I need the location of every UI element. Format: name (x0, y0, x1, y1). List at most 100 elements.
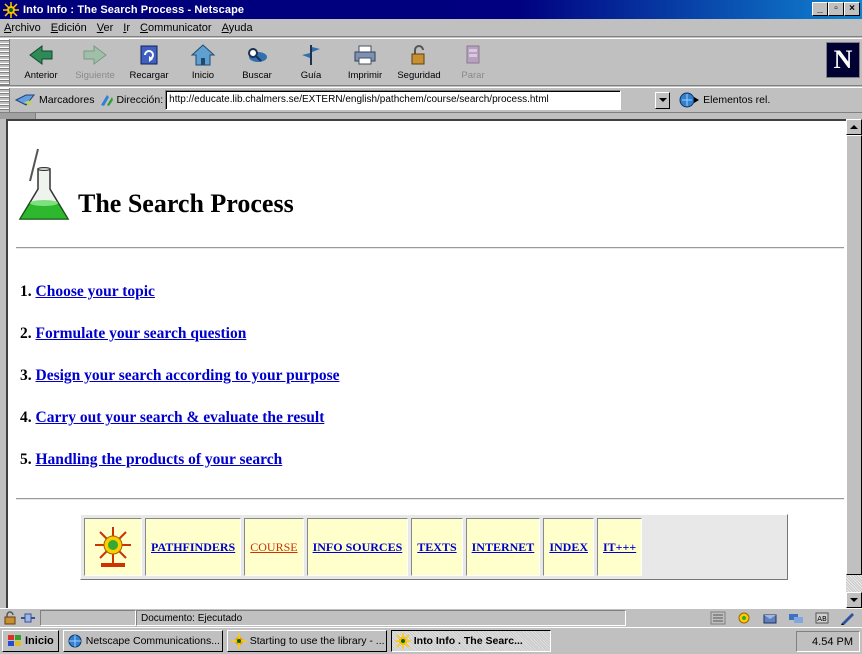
maximize-button[interactable]: ▫ (828, 2, 844, 16)
step-link-formulate-question[interactable]: Formulate your search question (36, 325, 247, 342)
forward-button[interactable]: Siguiente (68, 39, 122, 81)
list-item: 4. Carry out your search & evaluate the … (20, 409, 325, 426)
starting-library-icon (230, 633, 247, 649)
inbox-component-icon[interactable] (762, 611, 778, 625)
step-link-carry-out-search[interactable]: Carry out your search & evaluate the res… (36, 409, 325, 426)
system-tray: 4.54 PM (796, 631, 860, 652)
connection-status-icon (21, 613, 35, 623)
window-title: Into Info : The Search Process - Netscap… (23, 3, 245, 16)
clock[interactable]: 4.54 PM (812, 636, 853, 648)
nav-texts: TEXTS (411, 518, 463, 576)
svg-text:AB: AB (817, 615, 827, 623)
stop-icon (466, 45, 480, 64)
location-toolbar: Marcadores Dirección: http://educate.lib… (0, 87, 862, 113)
scroll-down-button[interactable] (846, 592, 862, 608)
security-lock-icon (411, 45, 425, 65)
windows-taskbar: Inicio Netscape Communications... Starti… (0, 627, 862, 654)
step-link-design-search[interactable]: Design your search according to your pur… (36, 367, 340, 384)
back-arrow-icon (29, 45, 53, 65)
page-title: The Search Process (78, 189, 294, 218)
taskbar-item-into-info[interactable]: Into Info . The Searc... (390, 630, 551, 652)
scroll-thumb[interactable] (846, 135, 862, 575)
status-text: Documento: Ejecutado (136, 610, 626, 626)
nav-link-index[interactable]: INDEX (549, 540, 588, 555)
security-button[interactable]: Seguridad (392, 39, 446, 81)
close-button[interactable]: × (844, 2, 860, 16)
nav-link-course[interactable]: COURSE (250, 540, 297, 555)
process-steps-list: 1. Choose your topic 2. Formulate your s… (20, 283, 339, 493)
stop-button[interactable]: Parar (446, 39, 500, 81)
toolbar-grip[interactable] (0, 39, 10, 85)
nav-link-info-sources[interactable]: INFO SOURCES (313, 540, 403, 555)
netscape-logo[interactable]: N (826, 42, 860, 78)
separator-top (16, 247, 844, 249)
home-button[interactable]: Inicio (176, 39, 230, 81)
mail-component-icon[interactable] (736, 611, 752, 625)
reload-icon (140, 45, 158, 65)
netscape-communications-icon (68, 634, 82, 648)
discussion-component-icon[interactable] (788, 611, 804, 625)
step-link-handling-products[interactable]: Handling the products of your search (36, 451, 283, 468)
list-item: 1. Choose your topic (20, 283, 155, 300)
taskbar-item-starting-library[interactable]: Starting to use the library - ... (226, 630, 387, 652)
url-input[interactable]: http://educate.lib.chalmers.se/EXTERN/en… (165, 90, 622, 110)
step-link-choose-topic[interactable]: Choose your topic (36, 283, 155, 300)
component-bar: AB (710, 611, 856, 625)
search-icon (248, 48, 267, 62)
navigation-toolbar: Anterior Siguiente Recargar Inicio Busca… (0, 38, 862, 86)
locbar-grip[interactable] (0, 88, 10, 112)
address-label: Dirección: (100, 93, 163, 107)
taskbar-item-netscape-communications[interactable]: Netscape Communications... (62, 630, 223, 652)
separator-bottom (16, 498, 844, 500)
print-button[interactable]: Imprimir (338, 39, 392, 81)
bookmarks-button[interactable]: Marcadores (14, 92, 94, 108)
menu-bar: Archivo Edición Ver Ir Communicator Ayud… (0, 19, 862, 37)
reload-button[interactable]: Recargar (122, 39, 176, 81)
nav-link-pathfinders[interactable]: PATHFINDERS (151, 540, 235, 555)
scroll-up-button[interactable] (846, 119, 862, 135)
windows-logo-icon (8, 635, 21, 646)
search-button[interactable]: Buscar (230, 39, 284, 81)
nav-link-internet[interactable]: INTERNET (472, 540, 535, 555)
into-info-task-icon (394, 633, 411, 649)
page-header: The Search Process (16, 147, 294, 225)
menu-edicion[interactable]: Edición (51, 22, 87, 34)
nav-link-texts[interactable]: TEXTS (417, 540, 456, 555)
into-info-logo-cell[interactable] (84, 518, 142, 576)
nav-it: IT+++ (596, 518, 643, 576)
nav-info-sources: INFO SOURCES (306, 518, 409, 576)
window-titlebar[interactable]: Into Info : The Search Process - Netscap… (0, 0, 862, 19)
forward-arrow-icon (83, 45, 107, 65)
page-proxy-icon (101, 95, 114, 106)
site-nav-bar: PATHFINDERS COURSE INFO SOURCES TEXTS IN… (80, 514, 788, 580)
nav-link-it[interactable]: IT+++ (603, 540, 636, 555)
flask-icon (18, 148, 70, 220)
bookmarks-icon (14, 94, 36, 106)
nav-pathfinders: PATHFINDERS (145, 518, 242, 576)
status-bar: Documento: Ejecutado AB (0, 608, 862, 627)
menu-ir[interactable]: Ir (123, 22, 130, 34)
related-items-button[interactable]: Elementos rel. (678, 91, 770, 109)
navigator-component-icon[interactable] (710, 611, 726, 625)
start-button[interactable]: Inicio (2, 630, 59, 652)
list-item: 3. Design your search according to your … (20, 367, 340, 384)
security-status-icon[interactable] (2, 611, 18, 625)
related-items-icon (679, 92, 700, 108)
menu-archivo[interactable]: Archivo (4, 22, 41, 34)
nav-internet: INTERNET (465, 518, 541, 576)
menu-communicator[interactable]: Communicator (140, 22, 212, 34)
pen-component-icon[interactable] (840, 611, 856, 625)
home-icon (190, 44, 216, 66)
print-icon (354, 45, 376, 65)
back-button[interactable]: Anterior (14, 39, 68, 81)
progress-pane (40, 610, 136, 626)
minimize-button[interactable]: _ (812, 2, 828, 16)
composer-component-icon[interactable]: AB (814, 611, 830, 625)
guide-button[interactable]: Guía (284, 39, 338, 81)
menu-ayuda[interactable]: Ayuda (222, 22, 253, 34)
url-history-dropdown[interactable] (655, 91, 671, 109)
vertical-scrollbar[interactable] (846, 119, 862, 608)
list-item: 5. Handling the products of your search (20, 451, 283, 468)
menu-ver[interactable]: Ver (97, 22, 114, 34)
nav-course: COURSE (244, 518, 304, 576)
